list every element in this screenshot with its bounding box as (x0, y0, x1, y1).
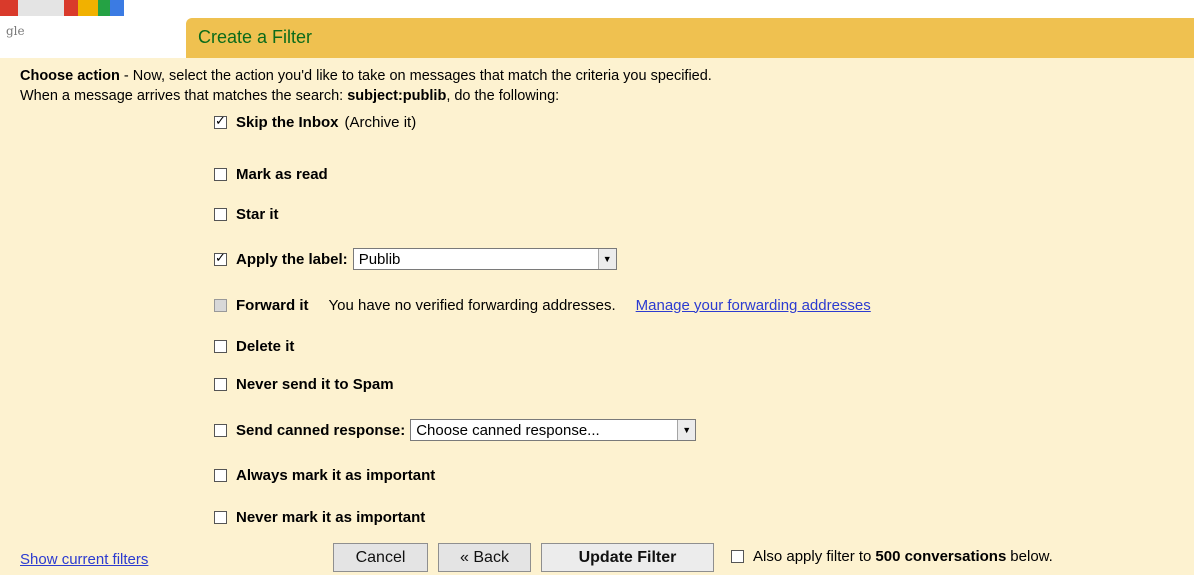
apply-label-label[interactable]: Apply the label: (236, 251, 348, 268)
option-canned-response[interactable]: Send canned response: Choose canned resp… (214, 418, 697, 442)
apply-label-checkbox[interactable] (214, 250, 227, 266)
label-select-value: Publib (358, 250, 401, 268)
filter-footer: Show current filters Cancel « Back Updat… (0, 542, 1194, 575)
apply-existing-suffix: below. (1010, 548, 1053, 565)
logo-subtext: gle (6, 24, 25, 38)
dropdown-arrow-icon[interactable]: ▼ (597, 249, 616, 269)
intro-prefix: When a message arrives that matches the … (20, 88, 348, 104)
star-label[interactable]: Star it (236, 206, 279, 223)
skip-inbox-note: (Archive it) (344, 113, 417, 131)
option-always-important[interactable]: Always mark it as important (214, 463, 435, 487)
never-important-label[interactable]: Never mark it as important (236, 509, 425, 526)
search-query: subject:publib (347, 88, 447, 104)
update-filter-button[interactable]: Update Filter (541, 543, 714, 572)
apply-existing-option[interactable]: Also apply filter to 500 conversations b… (731, 548, 1053, 565)
option-never-important[interactable]: Never mark it as important (214, 505, 425, 529)
always-important-label[interactable]: Always mark it as important (236, 467, 435, 484)
gmail-logo: gle (0, 0, 186, 58)
logo-mark (0, 0, 140, 16)
always-important-checkbox[interactable] (214, 468, 227, 482)
page-title: Create a Filter (198, 27, 313, 47)
option-mark-read[interactable]: Mark as read (214, 162, 328, 186)
intro-line-2: When a message arrives that matches the … (20, 86, 712, 106)
never-spam-label[interactable]: Never send it to Spam (236, 376, 394, 393)
option-never-spam[interactable]: Never send it to Spam (214, 372, 394, 396)
show-filters-link[interactable]: Show current filters (20, 551, 148, 568)
delete-label[interactable]: Delete it (236, 338, 294, 355)
skip-inbox-label[interactable]: Skip the Inbox (236, 114, 339, 131)
apply-existing-count: 500 conversations (875, 548, 1007, 565)
option-apply-label[interactable]: Apply the label: Publib ▼ (214, 247, 617, 271)
intro-suffix: , do the following: (446, 88, 560, 104)
title-bar: Create a Filter (186, 18, 1194, 58)
mark-read-checkbox[interactable] (214, 167, 227, 181)
option-forward: Forward it You have no verified forwardi… (214, 293, 871, 317)
forward-label: Forward it (236, 296, 309, 314)
canned-response-value: Choose canned response... (416, 421, 600, 439)
apply-existing-prefix: Also apply filter to (753, 548, 872, 565)
canned-response-label[interactable]: Send canned response: (236, 422, 405, 439)
intro-text: Choose action - Now, select the action y… (20, 66, 712, 106)
filter-action-panel: Choose action - Now, select the action y… (0, 58, 1194, 575)
option-skip-inbox[interactable]: Skip the Inbox (Archive it) (214, 110, 416, 134)
create-filter-screen: gle Create a Filter Choose action - Now,… (0, 0, 1194, 575)
intro-line-1: Choose action - Now, select the action y… (20, 66, 712, 86)
intro-desc: - Now, select the action you'd like to t… (119, 68, 712, 84)
canned-response-checkbox[interactable] (214, 423, 227, 437)
option-delete[interactable]: Delete it (214, 334, 294, 358)
label-select[interactable]: Publib ▼ (352, 248, 617, 270)
never-spam-checkbox[interactable] (214, 377, 227, 391)
cancel-button[interactable]: Cancel (333, 543, 428, 572)
forward-checkbox (214, 298, 227, 312)
delete-checkbox[interactable] (214, 339, 227, 353)
intro-heading: Choose action (20, 68, 120, 84)
apply-existing-checkbox[interactable] (731, 550, 744, 563)
mark-read-label[interactable]: Mark as read (236, 166, 328, 183)
star-checkbox[interactable] (214, 207, 227, 221)
canned-response-select[interactable]: Choose canned response... ▼ (410, 419, 697, 441)
option-star[interactable]: Star it (214, 202, 279, 226)
never-important-checkbox[interactable] (214, 510, 227, 524)
dropdown-arrow-icon[interactable]: ▼ (677, 420, 696, 440)
forward-note: You have no verified forwarding addresse… (328, 296, 616, 314)
manage-forwarding-link[interactable]: Manage your forwarding addresses (636, 297, 871, 314)
back-button[interactable]: « Back (438, 543, 531, 572)
skip-inbox-checkbox[interactable] (214, 113, 227, 129)
